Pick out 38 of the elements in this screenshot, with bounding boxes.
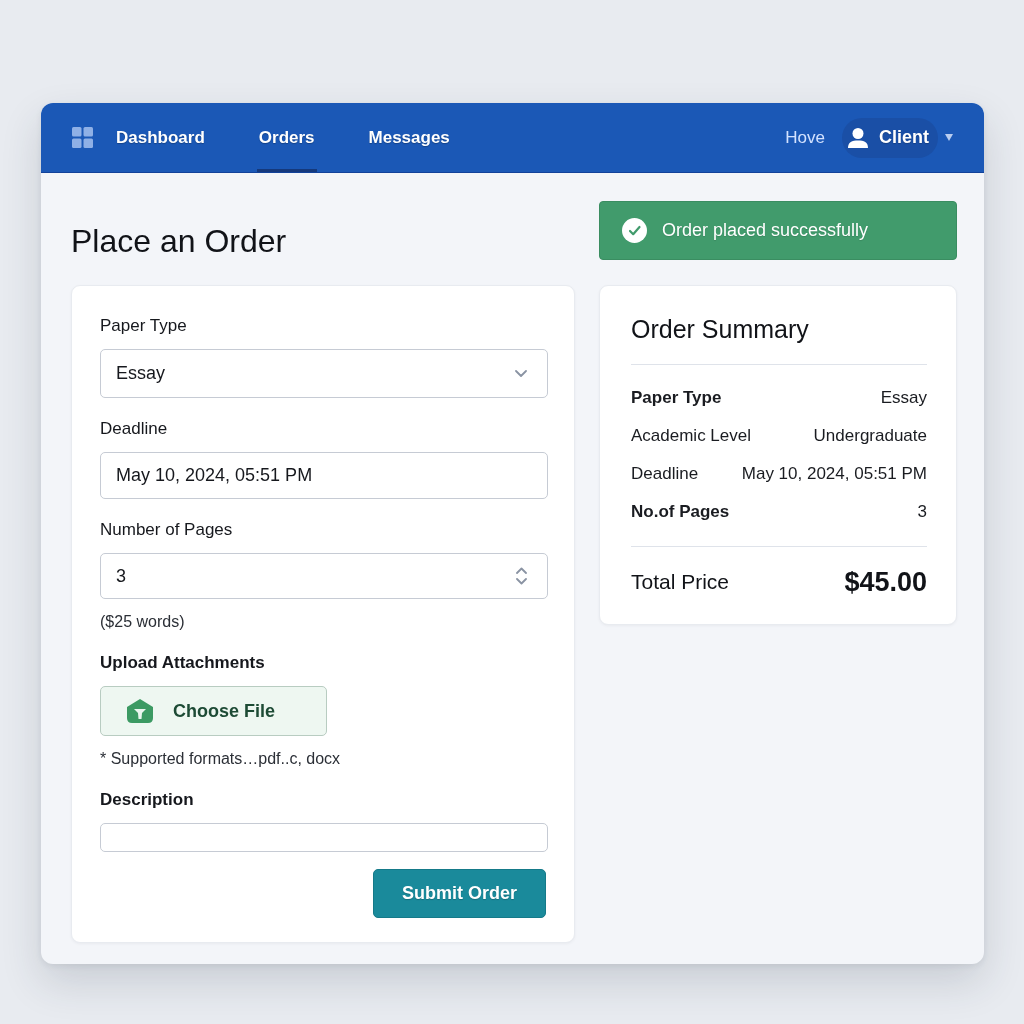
check-circle-icon	[622, 218, 647, 243]
summary-value: 3	[917, 502, 927, 522]
page-title: Place an Order	[71, 222, 287, 260]
date-input-field[interactable]: May 10, 2024, 05:51 PM	[100, 452, 548, 499]
nav-tab[interactable]: Dashboard	[114, 103, 207, 172]
total-price: $45.00	[844, 566, 927, 598]
field-label: Deadline	[100, 419, 168, 439]
summary-label: Paper Type	[631, 388, 722, 408]
summary-value: Essay	[880, 388, 927, 408]
summary-title: Order Summary	[631, 314, 810, 344]
field-label: Number of Pages	[100, 520, 233, 540]
caret-icon	[945, 134, 953, 141]
nav-link[interactable]: Hove	[785, 127, 825, 148]
user-menu-button[interactable]: Client	[842, 117, 938, 158]
user-icon	[848, 127, 868, 148]
field-hint: ($25 words)	[100, 612, 185, 632]
total-label: Total Price	[631, 570, 730, 594]
nav-tab[interactable]: Orders	[256, 103, 317, 172]
field-label: Upload Attachments	[100, 653, 265, 673]
number-input-field[interactable]: 3	[100, 553, 548, 599]
summary-value: Undergraduate	[813, 426, 927, 446]
chevron-down-icon	[515, 370, 527, 377]
choose-file-button[interactable]: Choose File	[100, 686, 327, 736]
alert-message: Order placed successfully	[662, 220, 869, 241]
summary-label: Academic Level	[631, 426, 751, 446]
description-field[interactable]	[100, 823, 548, 852]
summary-label: Deadline	[631, 464, 699, 484]
submit-order-button[interactable]: Submit Order	[373, 869, 546, 918]
upload-icon	[126, 699, 154, 723]
field-hint: * Supported formats…pdf..c, docx	[100, 749, 341, 769]
select-field[interactable]: Essay	[100, 349, 548, 398]
nav-tab[interactable]: Messages	[366, 103, 452, 172]
summary-value: May 10, 2024, 05:51 PM	[741, 464, 927, 484]
stepper-icon	[516, 567, 527, 585]
field-label: Description	[100, 790, 194, 810]
field-label: Paper Type	[100, 316, 187, 336]
grid-icon	[72, 127, 93, 148]
summary-label: No.of Pages	[631, 502, 730, 522]
